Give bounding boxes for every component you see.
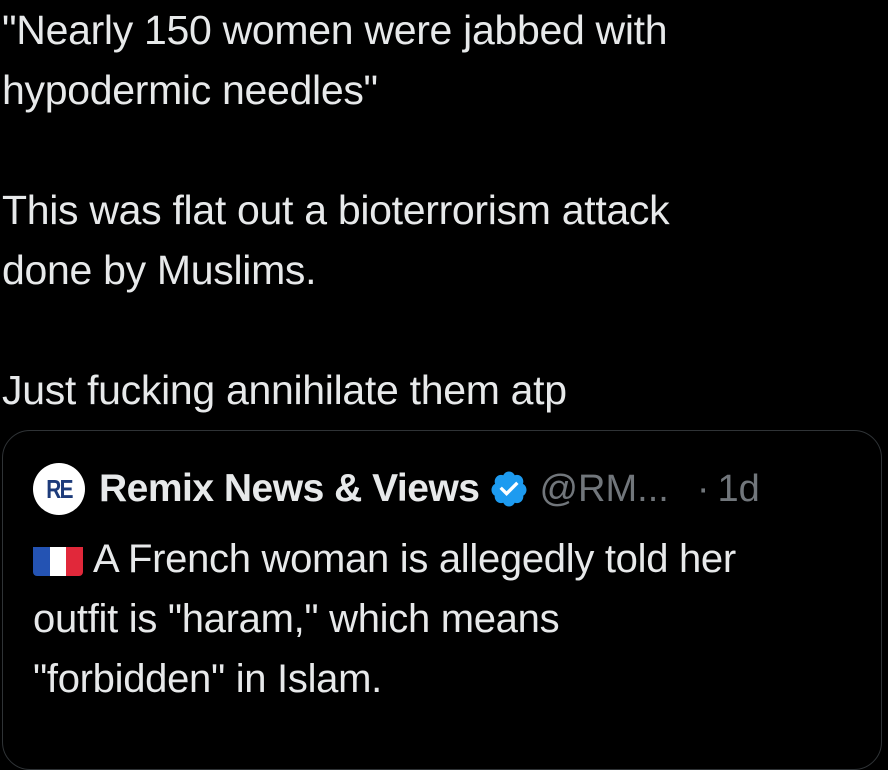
- author-name[interactable]: Remix News & Views: [99, 467, 480, 511]
- author-handle[interactable]: @RM...: [539, 468, 668, 511]
- avatar-logo-text: RE: [46, 473, 73, 504]
- quoted-tweet-text: A French woman is allegedly told her out…: [33, 529, 873, 709]
- avatar[interactable]: RE: [33, 463, 85, 515]
- quote-line-text: A French woman is allegedly told her: [93, 537, 736, 581]
- timestamp[interactable]: 1d: [717, 468, 759, 511]
- tweet-line: done by Muslims.: [2, 247, 317, 293]
- quoted-tweet-card[interactable]: RE Remix News & Views @RM... · 1d A Fren…: [2, 430, 882, 770]
- tweet-paragraph: Just fucking annihilate them atp: [2, 360, 882, 420]
- tweet-line: Just fucking annihilate them atp: [2, 367, 567, 413]
- quote-line: "forbidden" in Islam.: [33, 657, 382, 701]
- france-flag-icon: [33, 540, 83, 576]
- verified-badge-icon: [491, 471, 527, 507]
- tweet-text: "Nearly 150 women were jabbed with hypod…: [2, 0, 882, 420]
- quote-line: A French woman is allegedly told her: [33, 529, 873, 589]
- tweet-paragraph: "Nearly 150 women were jabbed with hypod…: [2, 0, 882, 120]
- quoted-tweet-header: RE Remix News & Views @RM... · 1d: [33, 461, 760, 517]
- tweet-line: hypodermic needles": [2, 67, 378, 113]
- quote-line: outfit is "haram," which means: [33, 597, 560, 641]
- tweet-line: "Nearly 150 women were jabbed with: [2, 7, 668, 53]
- separator-dot: ·: [696, 467, 710, 510]
- tweet-paragraph: This was flat out a bioterrorism attack …: [2, 180, 882, 300]
- tweet-line: This was flat out a bioterrorism attack: [2, 187, 670, 233]
